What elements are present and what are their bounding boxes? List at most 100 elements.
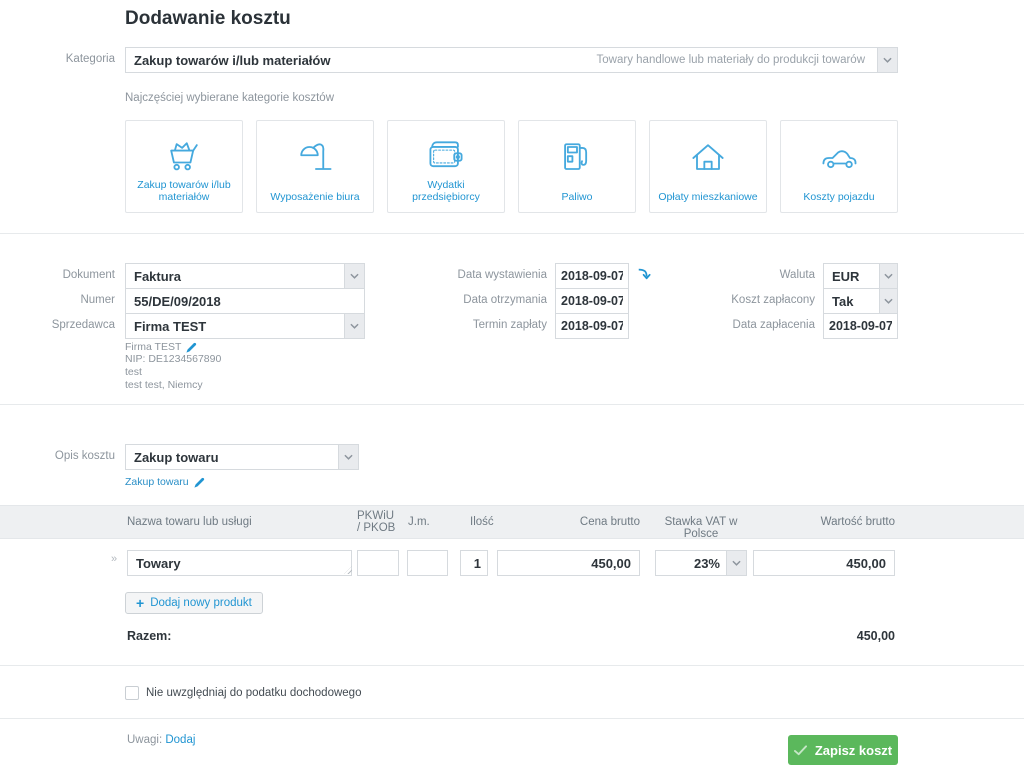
category-hint: Towary handlowe lub materiały do produkc… xyxy=(597,54,871,66)
koszt-zaplacony-value: Tak xyxy=(832,294,853,309)
section-divider xyxy=(0,718,1024,719)
col-header-pkwiu: PKWiU / PKOB xyxy=(357,510,395,534)
uwagi-row: Uwagi: Dodaj xyxy=(127,734,195,746)
category-tile-goods[interactable]: Zakup towarów i/lub materiałów xyxy=(125,120,243,213)
col-header-name: Nazwa towaru lub usługi xyxy=(127,516,252,528)
tile-label: Wyposażenie biura xyxy=(264,191,365,203)
chevron-down-icon xyxy=(344,264,364,288)
uwagi-label: Uwagi: xyxy=(127,734,162,746)
dokument-label: Dokument xyxy=(20,269,115,281)
category-label: Kategoria xyxy=(20,53,115,65)
termin-zaplaty-input[interactable] xyxy=(555,313,629,339)
chevron-down-icon xyxy=(344,314,364,338)
section-divider xyxy=(0,665,1024,666)
dokument-value: Faktura xyxy=(134,269,181,284)
termin-zaplaty-label: Termin zapłaty xyxy=(427,319,547,331)
shopping-cart-icon xyxy=(162,135,206,179)
opis-kosztu-note: Zakup towaru xyxy=(125,476,205,488)
wallet-icon xyxy=(424,135,468,179)
page-title: Dodawanie kosztu xyxy=(125,8,291,30)
item-name-textarea[interactable] xyxy=(127,550,352,576)
checkmark-icon xyxy=(794,745,807,756)
add-product-button[interactable]: + Dodaj nowy produkt xyxy=(125,592,263,614)
section-divider xyxy=(0,404,1024,405)
car-icon xyxy=(817,135,861,181)
col-header-vat: Stawka VAT w Polsce xyxy=(655,516,747,540)
category-tile-office[interactable]: Wyposażenie biura xyxy=(256,120,374,213)
col-header-qty: Ilość xyxy=(470,516,494,528)
chevron-down-icon xyxy=(877,48,897,72)
dokument-select[interactable]: Faktura xyxy=(125,263,365,289)
seller-nip: NIP: DE1234567890 xyxy=(125,353,221,366)
opis-note-text: Zakup towaru xyxy=(125,476,189,488)
waluta-value: EUR xyxy=(832,269,859,284)
total-value: 450,00 xyxy=(795,629,895,643)
tile-label: Wydatki przedsiębiorcy xyxy=(388,179,504,203)
chevron-down-icon xyxy=(726,551,746,575)
sprzedawca-value: Firma TEST xyxy=(134,319,206,334)
col-header-gross: Wartość brutto xyxy=(795,516,895,528)
seller-details: Firma TEST NIP: DE1234567890 test test t… xyxy=(125,341,221,392)
total-label: Razem: xyxy=(127,629,171,643)
item-qty-input[interactable] xyxy=(460,550,488,576)
copy-date-down-icon[interactable] xyxy=(637,266,651,286)
numer-label: Numer xyxy=(20,294,115,306)
tile-label: Opłaty mieszkaniowe xyxy=(652,191,763,203)
numer-input[interactable] xyxy=(125,288,365,314)
save-cost-button[interactable]: Zapisz koszt xyxy=(788,735,898,765)
seller-name: Firma TEST xyxy=(125,341,181,353)
chevron-down-icon xyxy=(879,289,897,313)
tile-label: Paliwo xyxy=(556,191,599,203)
category-tile-housing[interactable]: Opłaty mieszkaniowe xyxy=(649,120,767,213)
opis-kosztu-label: Opis kosztu xyxy=(20,450,115,462)
data-zaplacenia-label: Data zapłacenia xyxy=(695,319,815,331)
item-pkwiu-input[interactable] xyxy=(357,550,399,576)
chevron-down-icon xyxy=(338,445,358,469)
koszt-zaplacony-select[interactable]: Tak xyxy=(823,288,898,314)
edit-pencil-icon[interactable] xyxy=(186,342,197,353)
desk-lamp-icon xyxy=(293,135,337,181)
item-jm-input[interactable] xyxy=(407,550,448,576)
favorites-heading: Najczęściej wybierane kategorie kosztów xyxy=(125,92,334,105)
category-tile-entrepreneur[interactable]: Wydatki przedsiębiorcy xyxy=(387,120,505,213)
seller-address-line: test xyxy=(125,366,221,379)
tile-label: Koszty pojazdu xyxy=(797,191,880,203)
sprzedawca-select[interactable]: Firma TEST xyxy=(125,313,365,339)
col-header-price: Cena brutto xyxy=(540,516,640,528)
add-cost-page: Dodawanie kosztu Kategoria Zakup towarów… xyxy=(0,0,1024,768)
tile-label: Zakup towarów i/lub materiałów xyxy=(126,179,242,203)
fuel-pump-icon xyxy=(555,135,599,181)
data-otrzymania-input[interactable] xyxy=(555,288,629,314)
waluta-select[interactable]: EUR xyxy=(823,263,898,289)
exclude-tax-label: Nie uwzględniaj do podatku dochodowego xyxy=(146,687,361,699)
data-otrzymania-label: Data otrzymania xyxy=(427,294,547,306)
category-tile-vehicle[interactable]: Koszty pojazdu xyxy=(780,120,898,213)
row-handle-icon[interactable]: » xyxy=(111,553,117,565)
item-vat-select[interactable]: 23% xyxy=(655,550,747,576)
add-product-label: Dodaj nowy produkt xyxy=(150,597,252,609)
section-divider xyxy=(0,233,1024,234)
seller-address-line: test test, Niemcy xyxy=(125,379,221,392)
data-wystawienia-input[interactable] xyxy=(555,263,629,289)
item-vat-value: 23% xyxy=(694,556,720,571)
category-value: Zakup towarów i/lub materiałów xyxy=(134,53,330,68)
exclude-tax-checkbox[interactable] xyxy=(125,686,139,700)
col-header-jm: J.m. xyxy=(408,516,430,528)
data-wystawienia-label: Data wystawienia xyxy=(427,269,547,281)
koszt-zaplacony-label: Koszt zapłacony xyxy=(695,294,815,306)
category-combobox[interactable]: Zakup towarów i/lub materiałów Towary ha… xyxy=(125,47,898,73)
waluta-label: Waluta xyxy=(695,269,815,281)
opis-kosztu-value: Zakup towaru xyxy=(134,450,219,465)
edit-pencil-icon[interactable] xyxy=(194,477,205,488)
chevron-down-icon xyxy=(879,264,897,288)
sprzedawca-label: Sprzedawca xyxy=(20,319,115,331)
uwagi-add-link[interactable]: Dodaj xyxy=(165,734,195,746)
save-cost-label: Zapisz koszt xyxy=(815,743,892,758)
item-gross-input[interactable] xyxy=(753,550,895,576)
data-zaplacenia-input[interactable] xyxy=(823,313,898,339)
plus-icon: + xyxy=(136,596,144,610)
opis-kosztu-select[interactable]: Zakup towaru xyxy=(125,444,359,470)
item-price-input[interactable] xyxy=(497,550,640,576)
house-icon xyxy=(686,135,730,181)
category-tile-fuel[interactable]: Paliwo xyxy=(518,120,636,213)
